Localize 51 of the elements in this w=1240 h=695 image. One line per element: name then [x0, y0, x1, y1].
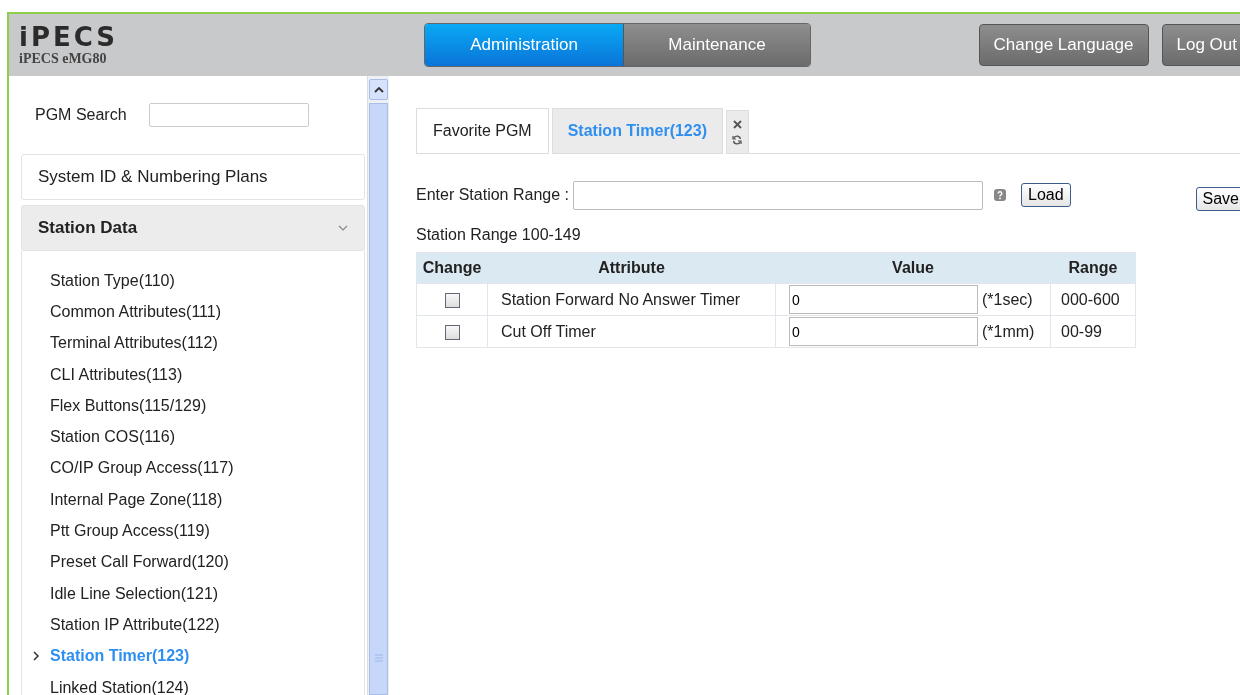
- menu-section[interactable]: System ID & Numbering Plans: [21, 154, 365, 200]
- menu-item[interactable]: Station IP Attribute(122): [36, 615, 220, 634]
- column-header: Change: [416, 252, 488, 284]
- menu-item[interactable]: Flex Buttons(115/129): [36, 396, 207, 415]
- nav-tab[interactable]: Maintenance: [623, 24, 810, 66]
- scroll-thumb[interactable]: [369, 103, 388, 695]
- scroll-up-button[interactable]: [369, 79, 388, 100]
- table-cell: 00-99: [1061, 322, 1102, 340]
- chevron-down-icon: [338, 225, 348, 231]
- station-range-field[interactable]: [573, 180, 983, 210]
- column-header: Attribute: [487, 252, 776, 284]
- menu-section[interactable]: Station Data: [21, 205, 365, 251]
- checkbox[interactable]: [444, 324, 460, 340]
- table-cell: Station Forward No Answer Timer: [501, 290, 741, 308]
- menu-item[interactable]: Station Type(110): [36, 271, 175, 290]
- search-field[interactable]: [148, 103, 309, 127]
- caret-up-icon: [373, 86, 384, 93]
- value-field[interactable]: 0: [789, 317, 978, 346]
- save-button[interactable]: Save: [1195, 187, 1240, 211]
- menu-item[interactable]: CLI Attributes(113): [36, 365, 183, 384]
- menu-item[interactable]: Internal Page Zone(118): [36, 490, 223, 509]
- column-header: Range: [1050, 252, 1136, 284]
- menu-item[interactable]: Terminal Attributes(112): [36, 334, 218, 353]
- help-icon[interactable]: [994, 189, 1006, 201]
- header-button[interactable]: Change Language: [978, 24, 1149, 66]
- chevron-right-icon: [33, 651, 40, 662]
- menu-item[interactable]: Common Attributes(111): [36, 302, 222, 321]
- unit-label: (*1sec): [982, 290, 1033, 309]
- field-label: Enter Station Range :: [416, 186, 569, 204]
- content-tab[interactable]: Favorite PGM: [416, 108, 549, 154]
- logo: iPECS: [19, 23, 120, 51]
- menu-item[interactable]: Ptt Group Access(119): [36, 522, 210, 540]
- scrollbar[interactable]: [367, 76, 389, 695]
- refresh-icon[interactable]: [732, 134, 743, 145]
- table-cell: 000-600: [1061, 290, 1120, 308]
- search-label: PGM Search: [35, 106, 127, 124]
- unit-label: (*1mm): [982, 322, 1035, 341]
- menu-item[interactable]: Preset Call Forward(120): [36, 553, 229, 572]
- menu-item[interactable]: CO/IP Group Access(117): [36, 459, 234, 478]
- product-name: iPECS eMG80: [19, 51, 108, 67]
- range-caption: Station Range 100-149: [416, 226, 582, 244]
- header-button[interactable]: Log Out: [1161, 24, 1240, 66]
- menu-item[interactable]: Station COS(116): [36, 428, 176, 447]
- close-icon[interactable]: [733, 119, 742, 129]
- menu-item[interactable]: Idle Line Selection(121): [36, 584, 219, 603]
- table-cell: Cut Off Timer: [501, 322, 596, 340]
- load-button[interactable]: Load: [1021, 183, 1071, 207]
- value-field[interactable]: 0: [789, 285, 978, 314]
- menu-item[interactable]: Linked Station(124): [36, 678, 189, 695]
- column-header: Value: [775, 252, 1051, 284]
- checkbox[interactable]: [444, 292, 460, 308]
